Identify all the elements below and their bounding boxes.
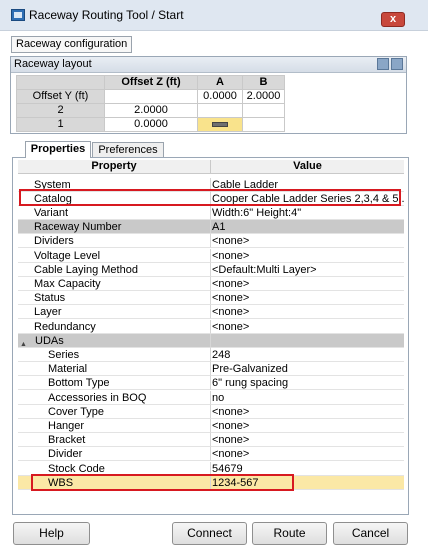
property-row-variant[interactable]: Variant Width:6" Height:4" — [13, 205, 408, 220]
row-header-1: 1 — [16, 117, 105, 132]
property-row-raceway-number[interactable]: Raceway Number A1 — [13, 220, 408, 235]
property-row-status[interactable]: Status <none> — [13, 291, 408, 306]
property-row-cable-laying-method[interactable]: Cable Laying Method <Default:Multi Layer> — [13, 262, 408, 277]
column-header-a: A — [197, 75, 243, 90]
raceway-layout-panel: Raceway layout Offset Z (ft) A B Offset … — [10, 56, 407, 134]
property-row-redundancy[interactable]: Redundancy <none> — [13, 319, 408, 334]
close-button[interactable]: x — [381, 12, 405, 27]
property-row-hanger[interactable]: Hanger <none> — [13, 418, 408, 433]
row-header-offset-y: Offset Y (ft) — [16, 89, 105, 104]
row-header-2: 2 — [16, 103, 105, 118]
property-row-cover-type[interactable]: Cover Type <none> — [13, 404, 408, 419]
raceway-layout-header: Raceway layout — [11, 57, 406, 73]
value-column-header: Value — [211, 160, 404, 174]
tab-properties[interactable]: Properties — [25, 141, 91, 158]
property-row-series[interactable]: Series 248 — [13, 347, 408, 362]
column-header-offset-z: Offset Z (ft) — [104, 75, 198, 90]
connect-button[interactable]: Connect — [172, 522, 247, 545]
properties-grid: Property Value System Cable Ladder Catalo… — [12, 157, 409, 515]
grid-cell[interactable]: 2.0000 — [104, 103, 198, 118]
property-row-layer[interactable]: Layer <none> — [13, 305, 408, 320]
cancel-button[interactable]: Cancel — [333, 522, 408, 545]
grid-cell[interactable]: 2.0000 — [242, 89, 285, 104]
collapse-icon[interactable] — [377, 58, 389, 70]
pin-icon[interactable] — [391, 58, 403, 70]
route-button[interactable]: Route — [252, 522, 327, 545]
property-column-header: Property — [18, 160, 211, 174]
window-title: Raceway Routing Tool / Start — [29, 8, 184, 22]
raceway-layout-title: Raceway layout — [14, 58, 92, 70]
property-row-bottom-type[interactable]: Bottom Type 6" rung spacing — [13, 376, 408, 391]
tab-preferences[interactable]: Preferences — [92, 142, 164, 158]
grid-cell[interactable]: 0.0000 — [104, 117, 198, 132]
cable-tray-icon — [212, 121, 228, 127]
property-row-voltage-level[interactable]: Voltage Level <none> — [13, 248, 408, 263]
selected-grid-cell[interactable] — [197, 117, 243, 132]
title-bar: Raceway Routing Tool / Start x — [0, 0, 428, 31]
grid-cell[interactable] — [104, 89, 198, 104]
column-header-b: B — [242, 75, 285, 90]
grid-cell[interactable] — [242, 103, 285, 118]
wbs-highlight-box — [31, 474, 294, 491]
properties-header: Property Value — [13, 160, 408, 174]
property-row-divider[interactable]: Divider <none> — [13, 447, 408, 462]
property-row-udas[interactable]: UDAs ▲ — [13, 333, 408, 348]
grid-cell[interactable] — [197, 103, 243, 118]
grid-cell[interactable]: 0.0000 — [197, 89, 243, 104]
property-row-dividers[interactable]: Dividers <none> — [13, 234, 408, 249]
catalog-highlight-box — [19, 189, 401, 206]
property-row-bracket[interactable]: Bracket <none> — [13, 433, 408, 448]
app-icon — [11, 9, 25, 21]
property-row-accessories-in-boq[interactable]: Accessories in BOQ no — [13, 390, 408, 405]
grid-cell[interactable] — [242, 117, 285, 132]
grid-corner — [16, 75, 105, 90]
raceway-layout-grid: Offset Z (ft) A B Offset Y (ft) 0.0000 2… — [16, 75, 285, 132]
help-button[interactable]: Help — [13, 522, 90, 545]
property-row-material[interactable]: Material Pre-Galvanized — [13, 362, 408, 377]
raceway-configuration-button[interactable]: Raceway configuration — [11, 36, 133, 53]
property-row-max-capacity[interactable]: Max Capacity <none> — [13, 276, 408, 291]
